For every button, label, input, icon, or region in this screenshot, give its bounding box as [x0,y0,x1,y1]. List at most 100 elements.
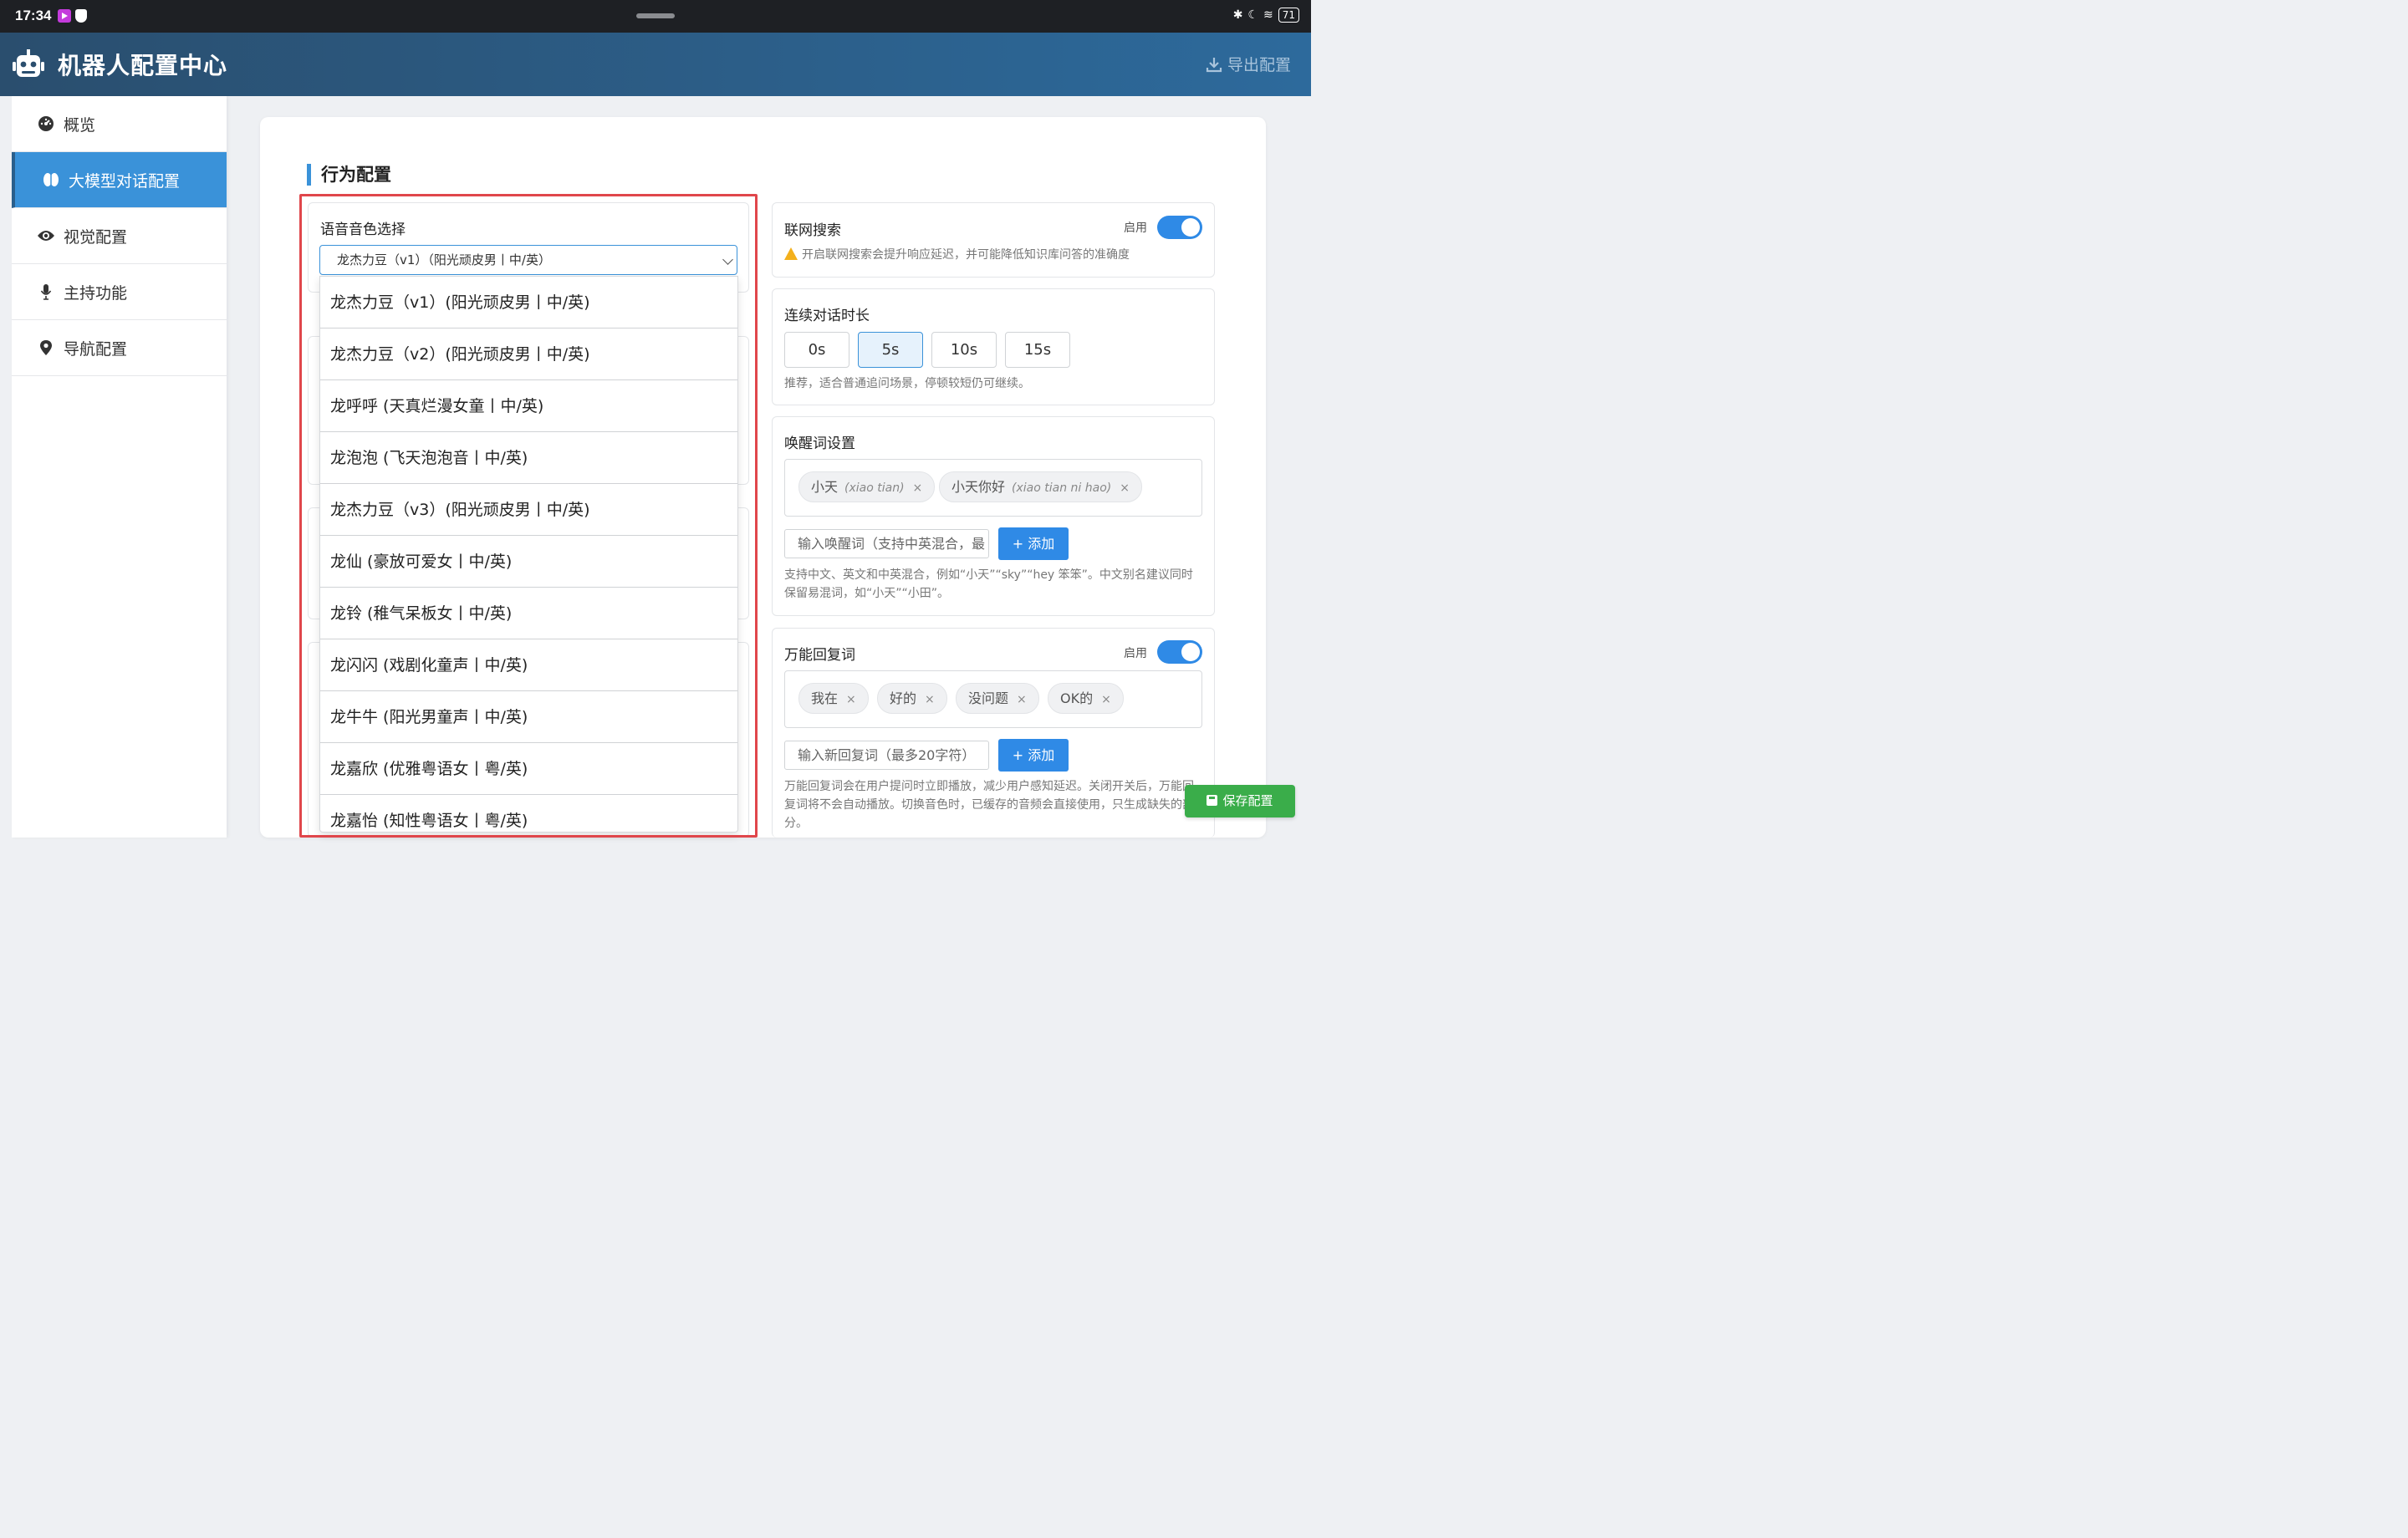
tag-label: 没问题 [968,690,1009,706]
save-config-button[interactable]: 保存配置 [1185,785,1295,817]
universal-reply-panel: 万能回复词 启用 我在 × 好的 × 没问题 × OK的 × 输入新回复词（最多20字符… [772,628,1215,838]
robot-icon [13,49,44,77]
save-icon [1207,795,1218,806]
save-label: 保存配置 [1222,793,1273,808]
status-time: 17:34 [15,8,52,23]
media-app-icon [58,9,71,23]
dashboard-icon [37,115,55,133]
voice-option[interactable]: 龙闪闪 (戏剧化童声丨中/英) [320,639,737,691]
voice-option[interactable]: 龙泡泡 (飞天泡泡音丨中/英) [320,432,737,484]
wake-word-tag: 小天你好 (xiao tian ni hao) × [939,471,1142,502]
wake-word-tag: 小天 (xiao tian) × [798,471,936,502]
sidebar: 概览 大模型对话配置 视觉配置 主持功能 导航配置 [12,96,227,838]
shield-app-icon [75,9,87,23]
add-wake-word-button[interactable]: + 添加 [998,527,1069,560]
tag-label: 小天 [811,479,839,495]
sidebar-item-label: 导航配置 [64,339,128,359]
web-search-title: 联网搜索 [784,222,841,239]
duration-title: 连续对话时长 [784,308,870,324]
web-search-panel: 联网搜索 启用 开启联网搜索会提升响应延迟，并可能降低知识库问答的准确度 [772,202,1215,278]
sidebar-item-host[interactable]: 主持功能 [12,264,227,320]
brain-icon [42,171,60,189]
universal-reply-hint: 万能回复词会在用户提问时立即播放，减少用户感知延迟。关闭开关后，万能回复词将不会… [784,780,1194,830]
remove-tag-icon[interactable]: × [1017,693,1027,706]
duration-option-5s[interactable]: 5s [858,332,923,368]
voice-option[interactable]: 龙嘉欣 (优雅粤语女丨粤/英) [320,743,737,795]
sidebar-item-llm-dialog[interactable]: 大模型对话配置 [12,152,227,208]
reply-word-input[interactable]: 输入新回复词（最多20字符） [784,741,989,770]
sidebar-item-overview[interactable]: 概览 [12,96,227,152]
add-label: 添加 [1028,536,1055,552]
remove-tag-icon[interactable]: × [1101,693,1111,706]
web-search-toggle-label: 启用 [1124,222,1147,235]
voice-option[interactable]: 龙杰力豆（v3）(阳光顽皮男丨中/英) [320,484,737,536]
wake-word-input[interactable]: 输入唤醒词（支持中英混合，最 [784,529,989,558]
status-icons: ✱ ☾ ≋ 71 [1233,8,1299,23]
web-search-toggle[interactable] [1157,216,1202,239]
tag-label: 好的 [890,690,917,706]
add-label: 添加 [1028,747,1055,763]
universal-reply-toggle-label: 启用 [1124,647,1147,660]
voice-option[interactable]: 龙铃 (稚气呆板女丨中/英) [320,588,737,639]
tag-label: 小天你好 [951,479,1006,495]
battery-icon: 71 [1278,8,1299,23]
download-icon [1206,57,1222,72]
export-config-button[interactable]: 导出配置 [1206,53,1291,75]
remove-tag-icon[interactable]: × [913,481,923,495]
remove-tag-icon[interactable]: × [925,693,935,706]
tag-pinyin: (xiao tian ni hao) [1012,481,1112,495]
wake-words-hint: 支持中文、英文和中英混合，例如“小天”“sky”“hey 笨笨”。中文别名建议同… [784,568,1193,600]
voice-option[interactable]: 龙仙 (豪放可爱女丨中/英) [320,536,737,588]
duration-hint: 推荐，适合普通追问场景，停顿较短仍可继续。 [784,377,1030,390]
voice-option[interactable]: 龙牛牛 (阳光男童声丨中/英) [320,691,737,743]
wake-words-panel: 唤醒词设置 小天 (xiao tian) × 小天你好 (xiao tian ni h… [772,416,1215,616]
sidebar-item-label: 视觉配置 [64,227,128,247]
bluetooth-icon: ✱ [1232,8,1243,22]
duration-panel: 连续对话时长 0s 5s 10s 15s 推荐，适合普通追问场景，停顿较短仍可继… [772,288,1215,405]
tag-label: OK的 [1060,690,1094,706]
microphone-icon [37,283,55,301]
universal-reply-tag-box: 我在 × 好的 × 没问题 × OK的 × [784,670,1202,728]
tag-pinyin: (xiao tian) [844,481,905,495]
voice-select-label: 语音音色选择 [320,222,406,238]
reply-tag: 我在 × [798,683,869,714]
moon-icon: ☾ [1247,8,1258,22]
duration-option-10s[interactable]: 10s [931,332,997,368]
web-search-warning: 开启联网搜索会提升响应延迟，并可能降低知识库问答的准确度 [784,246,1130,264]
reply-tag: OK的 × [1048,683,1124,714]
section-title: 行为配置 [307,164,391,186]
duration-option-15s[interactable]: 15s [1005,332,1070,368]
remove-tag-icon[interactable]: × [846,693,856,706]
app-header: 机器人配置中心 导出配置 [0,33,1311,96]
notch-pill [636,13,675,18]
duration-option-0s[interactable]: 0s [784,332,849,368]
sidebar-item-label: 主持功能 [64,283,128,303]
voice-option[interactable]: 龙杰力豆（v2）(阳光顽皮男丨中/英) [320,328,737,380]
wake-words-tag-box: 小天 (xiao tian) × 小天你好 (xiao tian ni hao) × [784,459,1202,517]
remove-tag-icon[interactable]: × [1120,481,1130,495]
map-pin-icon [37,339,55,357]
sidebar-item-navigation[interactable]: 导航配置 [12,320,227,376]
voice-option[interactable]: 龙杰力豆（v1）(阳光顽皮男丨中/英) [320,277,737,328]
universal-reply-title: 万能回复词 [784,647,855,664]
eye-icon [37,227,55,245]
sidebar-item-label: 大模型对话配置 [69,171,181,191]
warning-icon [784,247,798,260]
voice-select[interactable]: 龙杰力豆（v1）（阳光顽皮男丨中/英） [319,245,737,275]
sidebar-item-label: 概览 [64,115,96,135]
reply-tag: 好的 × [877,683,947,714]
chevron-down-icon [722,254,733,265]
status-bar: 17:34 ✱ ☾ ≋ 71 [0,0,1311,33]
wake-words-title: 唤醒词设置 [784,435,855,452]
sidebar-item-vision[interactable]: 视觉配置 [12,208,227,264]
voice-option[interactable]: 龙呼呼 (天真烂漫女童丨中/英) [320,380,737,432]
plus-icon: + [1012,747,1024,763]
web-search-warning-text: 开启联网搜索会提升响应延迟，并可能降低知识库问答的准确度 [802,248,1130,262]
voice-dropdown-list: 龙杰力豆（v1）(阳光顽皮男丨中/英) 龙杰力豆（v2）(阳光顽皮男丨中/英) … [319,276,738,833]
app-title: 机器人配置中心 [58,52,228,79]
plus-icon: + [1012,536,1024,552]
reply-tag: 没问题 × [956,683,1039,714]
add-reply-word-button[interactable]: + 添加 [998,739,1069,772]
voice-option[interactable]: 龙嘉怡 (知性粤语女丨粤/英) [320,795,737,832]
universal-reply-toggle[interactable] [1157,640,1202,664]
